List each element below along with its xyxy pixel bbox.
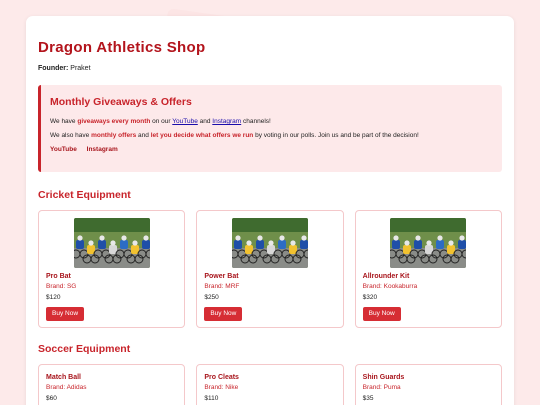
offers-banner: Monthly Giveaways & Offers We have givea… xyxy=(38,85,502,172)
product-card: Pro Bat Brand: SG $120 Buy Now xyxy=(38,210,186,328)
product-name: Allrounder Kit xyxy=(362,273,410,280)
buy-now-button[interactable]: Buy Now xyxy=(204,307,243,321)
product-card: Allrounder Kit Brand: Kookaburra $320 Bu… xyxy=(354,210,502,328)
product-name: Pro Cleats xyxy=(204,374,239,381)
product-image xyxy=(390,218,467,268)
cricket-section-title: Cricket Equipment xyxy=(38,189,131,201)
product-brand: Brand: Adidas xyxy=(46,384,87,391)
product-card: Shin Guards Brand: Puma $35 xyxy=(354,364,502,405)
product-image xyxy=(231,218,308,268)
product-price: $320 xyxy=(362,294,378,301)
product-price: $60 xyxy=(46,395,57,402)
product-card: Power Bat Brand: MRF $250 Buy Now xyxy=(196,210,344,328)
product-name: Power Bat xyxy=(204,273,239,280)
founder-label: Founder: xyxy=(38,65,69,72)
social-links: YouTube Instagram xyxy=(50,146,493,153)
product-price: $110 xyxy=(204,395,219,402)
text: We also have xyxy=(50,132,92,139)
product-price: $35 xyxy=(362,395,374,402)
product-price: $250 xyxy=(204,294,219,301)
instagram-social-link[interactable]: Instagram xyxy=(87,146,118,153)
text: channels! xyxy=(241,118,271,125)
founder-line: Founder: Praket xyxy=(38,64,502,73)
product-brand: Brand: Puma xyxy=(362,384,401,391)
instagram-link[interactable]: Instagram xyxy=(212,118,241,125)
page-title: Dragon Athletics Shop xyxy=(38,39,206,56)
buy-now-button[interactable]: Buy Now xyxy=(362,307,401,321)
product-name: Pro Bat xyxy=(46,273,71,280)
product-image xyxy=(73,218,150,268)
offers-line-1: We have giveaways every month on our You… xyxy=(50,117,493,126)
product-card: Pro Cleats Brand: Nike $110 xyxy=(196,364,344,405)
offers-line-2: We also have monthly offers and let you … xyxy=(50,131,493,140)
product-brand: Brand: MRF xyxy=(204,283,240,290)
text: and xyxy=(136,132,151,139)
offers-heading: Monthly Giveaways & Offers xyxy=(50,96,192,108)
buy-now-button[interactable]: Buy Now xyxy=(46,307,85,321)
text: on our xyxy=(150,118,173,125)
highlight-text: monthly offers xyxy=(91,132,137,139)
youtube-link[interactable]: YouTube xyxy=(172,118,198,125)
product-name: Match Ball xyxy=(46,374,82,381)
highlight-text: giveaways every month xyxy=(77,118,151,125)
product-name: Shin Guards xyxy=(362,374,405,381)
text: We have xyxy=(50,118,78,125)
product-price: $120 xyxy=(46,294,61,301)
soccer-section-title: Soccer Equipment xyxy=(38,343,131,355)
product-brand: Brand: Kookaburra xyxy=(362,283,418,290)
product-brand: Brand: SG xyxy=(46,283,77,290)
product-brand: Brand: Nike xyxy=(204,384,239,391)
page-container: Dragon Athletics Shop Founder: Praket Mo… xyxy=(26,16,514,405)
youtube-social-link[interactable]: YouTube xyxy=(50,146,77,153)
cricket-product-grid: Pro Bat Brand: SG $120 Buy Now Power Bat… xyxy=(38,210,502,328)
founder-name: Praket xyxy=(70,65,91,72)
product-card: Match Ball Brand: Adidas $60 xyxy=(38,364,186,405)
text: by voting in our polls. Join us and be p… xyxy=(253,132,419,139)
text: and xyxy=(197,118,213,125)
soccer-product-grid: Match Ball Brand: Adidas $60 Pro Cleats … xyxy=(38,364,502,405)
highlight-text: let you decide what offers we run xyxy=(150,132,254,139)
